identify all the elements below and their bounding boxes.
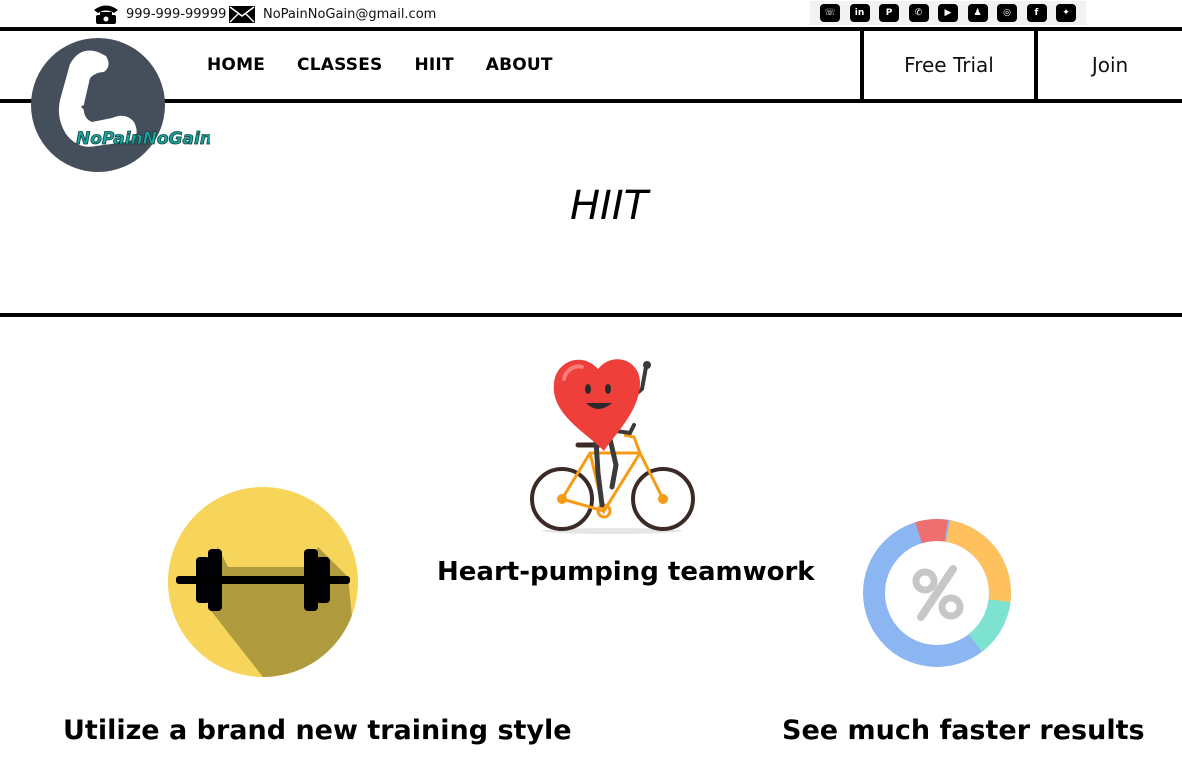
free-trial-button[interactable]: Free Trial — [860, 31, 1038, 99]
envelope-icon — [229, 6, 255, 23]
nav-home[interactable]: HOME — [207, 55, 265, 75]
email-address: NoPainNoGain@gmail.com — [263, 6, 437, 22]
percent-donut-icon — [863, 519, 1011, 667]
nav-hiit[interactable]: HIIT — [414, 55, 453, 75]
contact-phone[interactable]: 999-999-99999 — [92, 3, 226, 25]
site-logo[interactable]: NoPainNoGain — [30, 38, 212, 174]
heart-cyclist-icon — [530, 359, 695, 534]
instagram-icon[interactable]: ◎ — [997, 4, 1017, 22]
dumbbell-icon — [168, 487, 358, 677]
phone-number: 999-999-99999 — [126, 6, 227, 22]
whatsapp-icon[interactable]: ✆ — [908, 4, 929, 22]
join-button[interactable]: Join — [1038, 31, 1182, 99]
nav-classes[interactable]: CLASSES — [297, 55, 382, 75]
pinterest-icon[interactable]: P — [879, 4, 899, 22]
twitter-icon[interactable]: ✦ — [1056, 4, 1076, 22]
heart-cyclist-illustration — [520, 355, 705, 537]
logo-text: NoPainNoGain — [76, 129, 210, 149]
contact-email[interactable]: NoPainNoGain@gmail.com — [229, 3, 436, 25]
nav-about[interactable]: ABOUT — [486, 55, 553, 75]
feature-training-style-label: Utilize a brand new training style — [63, 715, 572, 746]
contact-bar: 999-999-99999 NoPainNoGain@gmail.com ☏ in… — [0, 0, 1182, 28]
feature-teamwork-label: Heart-pumping teamwork — [437, 557, 815, 587]
page-title: HIIT — [569, 183, 649, 229]
facebook-icon[interactable]: f — [1026, 4, 1047, 22]
viber-icon[interactable]: ☏ — [820, 4, 840, 22]
section-divider — [0, 313, 1182, 317]
social-icons: ☏ in P ✆ ▶ ♟ ◎ f ✦ — [810, 1, 1086, 25]
percent-illustration — [862, 518, 1012, 668]
dumbbell-illustration — [168, 487, 358, 677]
youtube-icon[interactable]: ▶ — [938, 4, 958, 22]
snapchat-icon[interactable]: ♟ — [967, 4, 988, 22]
phone-icon — [94, 5, 118, 24]
main-nav: HOME CLASSES HIIT ABOUT — [207, 31, 553, 99]
feature-results-label: See much faster results — [782, 715, 1145, 746]
linkedin-icon[interactable]: in — [849, 4, 870, 22]
